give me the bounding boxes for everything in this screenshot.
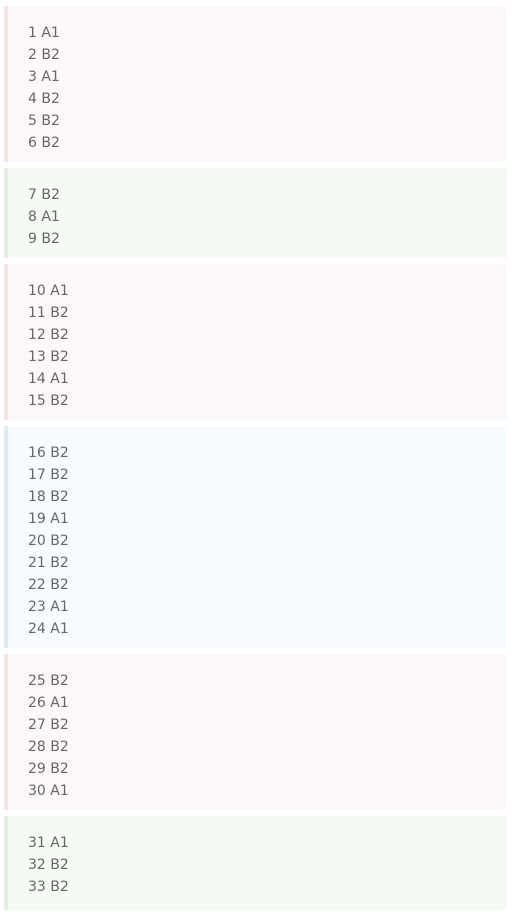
list-item: 28 B2 bbox=[28, 739, 69, 755]
list-block: 7 B2 8 A1 9 B2 bbox=[4, 168, 507, 258]
list-item: 29 B2 bbox=[28, 761, 69, 777]
list-item: 4 B2 bbox=[28, 91, 60, 107]
list-item: 18 B2 bbox=[28, 489, 69, 505]
list-item: 10 A1 bbox=[28, 283, 69, 299]
list-item: 31 A1 bbox=[28, 835, 69, 851]
list-item: 5 B2 bbox=[28, 113, 60, 129]
list-item: 26 A1 bbox=[28, 695, 69, 711]
list-item: 23 A1 bbox=[28, 599, 69, 615]
list-item: 20 B2 bbox=[28, 533, 69, 549]
list-item: 14 A1 bbox=[28, 371, 69, 387]
list-item: 22 B2 bbox=[28, 577, 69, 593]
list-item: 3 A1 bbox=[28, 69, 60, 85]
list-block: 31 A1 32 B2 33 B2 bbox=[4, 816, 507, 910]
list-item: 11 B2 bbox=[28, 305, 69, 321]
list-block: 10 A1 11 B2 12 B2 13 B2 14 A1 15 B2 bbox=[4, 264, 507, 420]
list-item: 16 B2 bbox=[28, 445, 69, 461]
list-block: 16 B2 17 B2 18 B2 19 A1 20 B2 21 B2 22 B… bbox=[4, 426, 507, 648]
list-item: 6 B2 bbox=[28, 135, 60, 151]
list-block: 25 B2 26 A1 27 B2 28 B2 29 B2 30 A1 bbox=[4, 654, 507, 810]
block-list: 1 A1 2 B2 3 A1 4 B2 5 B2 6 B2 7 B2 8 A1 … bbox=[0, 0, 513, 916]
list-item: 27 B2 bbox=[28, 717, 69, 733]
list-item: 7 B2 bbox=[28, 187, 60, 203]
list-item: 2 B2 bbox=[28, 47, 60, 63]
list-item: 24 A1 bbox=[28, 621, 69, 637]
list-item: 9 B2 bbox=[28, 231, 60, 247]
list-item: 30 A1 bbox=[28, 783, 69, 799]
list-item: 15 B2 bbox=[28, 393, 69, 409]
list-item: 17 B2 bbox=[28, 467, 69, 483]
list-item: 12 B2 bbox=[28, 327, 69, 343]
list-item: 25 B2 bbox=[28, 673, 69, 689]
list-item: 32 B2 bbox=[28, 857, 69, 873]
list-item: 1 A1 bbox=[28, 25, 60, 41]
list-item: 13 B2 bbox=[28, 349, 69, 365]
list-item: 33 B2 bbox=[28, 879, 69, 895]
list-item: 8 A1 bbox=[28, 209, 60, 225]
list-item: 21 B2 bbox=[28, 555, 69, 571]
list-block: 1 A1 2 B2 3 A1 4 B2 5 B2 6 B2 bbox=[4, 6, 507, 162]
list-item: 19 A1 bbox=[28, 511, 69, 527]
